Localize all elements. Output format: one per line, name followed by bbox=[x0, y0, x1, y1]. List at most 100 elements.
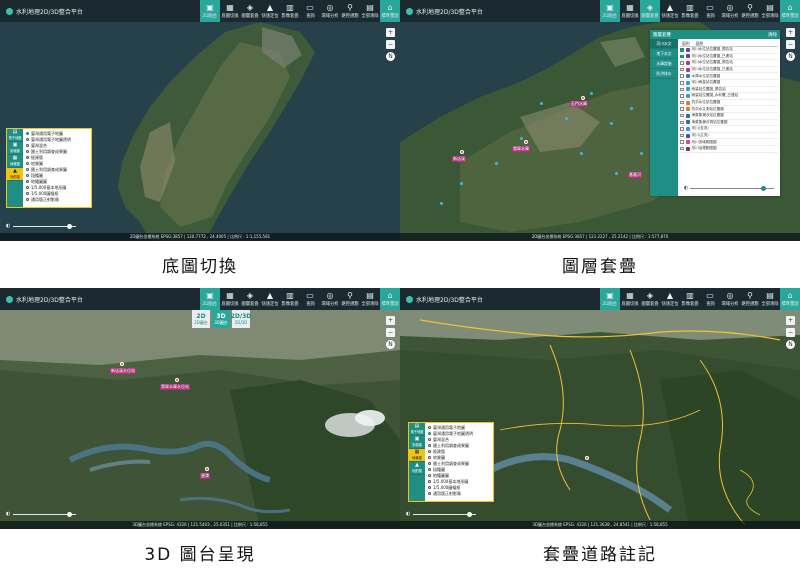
basemap-option[interactable]: 1/5,000基本地形圖 bbox=[26, 185, 88, 190]
switch-2d3d-button[interactable]: 2D/3D 2D/3D bbox=[231, 310, 251, 328]
tool-locate[interactable]: ▲ 快速定位 bbox=[260, 0, 280, 22]
checkbox-icon[interactable] bbox=[680, 133, 684, 138]
layer-opacity-knob[interactable] bbox=[761, 185, 767, 191]
zoom-out-button[interactable]: − bbox=[786, 40, 795, 49]
layer-row[interactable]: 海氣象潮汐站位置圖 bbox=[680, 113, 778, 120]
tool-default-view[interactable]: ⌂ 標準畫面 bbox=[380, 288, 400, 310]
zoom-in-button[interactable]: + bbox=[386, 28, 395, 37]
map-view[interactable]: 翡翠水庫水位站 新店溪水位站 碧潭 bbox=[0, 310, 400, 529]
zoom-out-button[interactable]: − bbox=[386, 328, 395, 337]
layer-row[interactable]: 河川(支流) bbox=[680, 126, 778, 133]
basemap-option[interactable]: 臺灣混合 bbox=[26, 143, 88, 148]
zoom-in-button[interactable]: + bbox=[786, 28, 795, 37]
tool-route[interactable]: ⚲ 路徑規劃 bbox=[740, 288, 760, 310]
basemap-option[interactable]: 1/5,000基本地形圖 bbox=[428, 479, 490, 484]
basemap-tab-electronic[interactable]: ▤ 電子地圖 bbox=[409, 423, 425, 436]
compass-button[interactable]: N bbox=[786, 52, 795, 61]
station-marker[interactable] bbox=[590, 92, 593, 95]
tool-query[interactable]: ▭ 查詢 bbox=[300, 288, 320, 310]
station-marker[interactable] bbox=[585, 456, 589, 460]
basemap-option[interactable]: 地籍圖圖 bbox=[428, 473, 490, 478]
layer-category[interactable]: 地下水文 bbox=[650, 49, 678, 59]
basemap-tab-line[interactable]: ▦ 線畫圖 bbox=[409, 449, 425, 462]
tool-clear[interactable]: ▤ 全部清除 bbox=[760, 288, 780, 310]
tool-buffer[interactable]: ◎ 環域分析 bbox=[320, 288, 340, 310]
switch-2d-button[interactable]: 2D 2D圖台 bbox=[192, 310, 210, 328]
checkbox-icon[interactable] bbox=[680, 61, 684, 65]
tool-clear[interactable]: ▤ 全部清除 bbox=[360, 0, 380, 22]
station-marker[interactable] bbox=[520, 137, 523, 140]
checkbox-icon[interactable] bbox=[680, 48, 684, 52]
tool-locate[interactable]: ▲ 快速定位 bbox=[660, 0, 680, 22]
layer-opacity-track[interactable] bbox=[690, 185, 774, 191]
zoom-out-button[interactable]: − bbox=[386, 40, 395, 49]
checkbox-icon[interactable] bbox=[680, 107, 684, 111]
compass-button[interactable]: N bbox=[786, 340, 795, 349]
basemap-option[interactable]: 通用版正射影像 bbox=[428, 491, 490, 496]
basemap-option[interactable]: 臺灣通用電子地圖透明 bbox=[428, 431, 490, 436]
zoom-in-button[interactable]: + bbox=[386, 316, 395, 325]
opacity-slider[interactable]: ◐ bbox=[6, 511, 76, 517]
basemap-option[interactable]: 臺灣通用電子地圖 bbox=[428, 425, 490, 430]
checkbox-icon[interactable] bbox=[680, 87, 684, 92]
tool-image-overlay[interactable]: ▥ 影像套疊 bbox=[280, 0, 300, 22]
basemap-tab-image[interactable]: ▣ 影像圖 bbox=[409, 436, 425, 449]
tool-query[interactable]: ▭ 查詢 bbox=[700, 0, 720, 22]
basemap-option[interactable]: 國土利用調查成果圖 bbox=[26, 149, 88, 154]
tool-query[interactable]: ▭ 查詢 bbox=[300, 0, 320, 22]
layer-category[interactable]: 河川水文 bbox=[650, 39, 678, 49]
checkbox-icon[interactable] bbox=[680, 113, 684, 118]
opacity-slider[interactable]: ◐ bbox=[6, 223, 76, 229]
tool-query[interactable]: ▭ 查詢 bbox=[700, 288, 720, 310]
station-marker[interactable] bbox=[540, 102, 543, 105]
basemap-tab-image[interactable]: ▣ 影像圖 bbox=[7, 142, 23, 155]
reservoir-marker[interactable] bbox=[524, 140, 528, 144]
station-marker[interactable] bbox=[440, 202, 443, 205]
station-marker[interactable] bbox=[460, 182, 463, 185]
layer-panel-clear-button[interactable]: 清除 bbox=[768, 32, 777, 38]
tool-2d[interactable]: ▣ 2D圖台 bbox=[200, 288, 220, 310]
checkbox-icon[interactable] bbox=[680, 100, 684, 105]
basemap-option[interactable]: 經建版 bbox=[428, 449, 490, 454]
tool-image-overlay[interactable]: ▥ 影像套疊 bbox=[680, 288, 700, 310]
zoom-out-button[interactable]: − bbox=[786, 328, 795, 337]
tool-layers[interactable]: ◈ 圖層套疊 bbox=[640, 288, 660, 310]
tool-route[interactable]: ⚲ 路徑規劃 bbox=[340, 288, 360, 310]
checkbox-icon[interactable] bbox=[680, 74, 684, 78]
station-marker[interactable] bbox=[175, 378, 179, 382]
basemap-option[interactable]: 地籍圖圖 bbox=[26, 179, 88, 184]
switch-3d-button[interactable]: 3D 3D圖台 bbox=[212, 310, 230, 328]
layer-row[interactable]: 抗洪水文測站位置圖 bbox=[680, 106, 778, 113]
station-marker[interactable] bbox=[630, 107, 633, 110]
tool-basemap[interactable]: ▦ 底圖切換 bbox=[220, 0, 240, 22]
station-marker[interactable] bbox=[580, 152, 583, 155]
layer-row[interactable]: 河川水位站位置圖_預告站 bbox=[680, 47, 778, 54]
tool-basemap[interactable]: ▦ 底圖切換 bbox=[620, 0, 640, 22]
opacity-track[interactable] bbox=[13, 223, 76, 229]
station-marker[interactable] bbox=[495, 162, 498, 165]
checkbox-icon[interactable] bbox=[680, 127, 684, 131]
basemap-option[interactable]: 國土利用調查成果圖 bbox=[26, 167, 88, 172]
layer-category[interactable]: 水庫設施 bbox=[650, 59, 678, 69]
tool-clear[interactable]: ▤ 全部清除 bbox=[760, 0, 780, 22]
checkbox-icon[interactable] bbox=[680, 81, 684, 85]
station-marker[interactable] bbox=[615, 172, 618, 175]
basemap-option[interactable]: 段籍圖 bbox=[428, 467, 490, 472]
opacity-knob[interactable] bbox=[66, 511, 72, 517]
tool-image-overlay[interactable]: ▥ 影像套疊 bbox=[280, 288, 300, 310]
basemap-option[interactable]: 段籍圖 bbox=[26, 173, 88, 178]
reservoir-marker[interactable] bbox=[460, 150, 464, 154]
checkbox-icon[interactable] bbox=[680, 94, 684, 98]
tool-default-view[interactable]: ⌂ 標準畫面 bbox=[780, 288, 800, 310]
basemap-tab-line[interactable]: ▦ 線畫圖 bbox=[7, 155, 23, 168]
tool-buffer[interactable]: ◎ 環域分析 bbox=[720, 288, 740, 310]
tool-clear[interactable]: ▤ 全部清除 bbox=[360, 288, 380, 310]
compass-button[interactable]: N bbox=[386, 340, 395, 349]
tool-locate[interactable]: ▲ 快速定位 bbox=[260, 288, 280, 310]
station-marker[interactable] bbox=[565, 117, 568, 120]
zoom-in-button[interactable]: + bbox=[786, 316, 795, 325]
reservoir-marker[interactable] bbox=[581, 96, 585, 100]
checkbox-icon[interactable] bbox=[680, 54, 684, 59]
layer-row[interactable]: 抗洪水位站位置圖 bbox=[680, 100, 778, 107]
basemap-option[interactable]: 臺灣通用電子地圖透明 bbox=[26, 137, 88, 142]
